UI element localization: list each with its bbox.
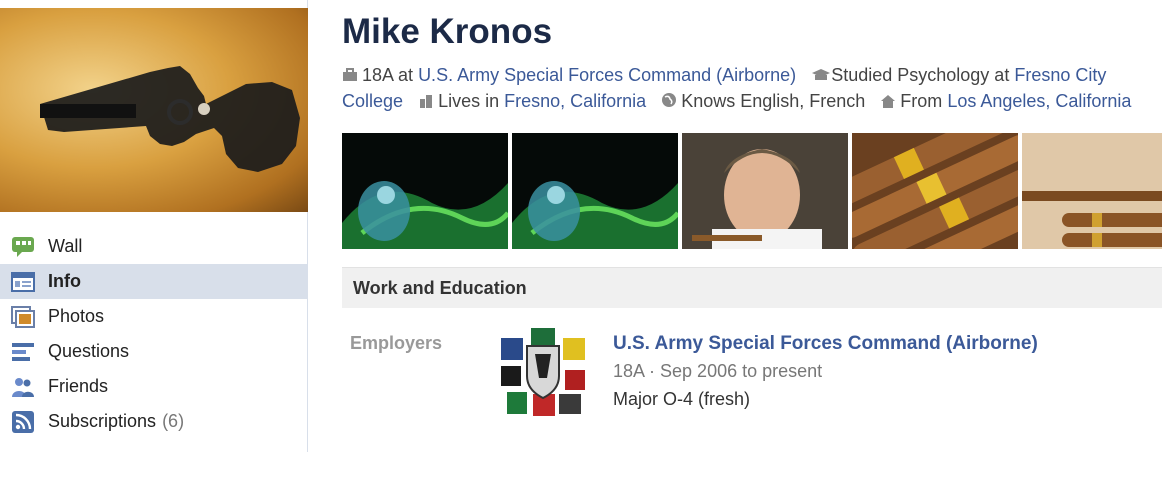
subscriptions-count: (6) (162, 411, 185, 431)
photo-thumbnail[interactable] (682, 133, 848, 249)
profile-picture[interactable] (0, 8, 308, 212)
sidebar-item-questions[interactable]: Questions (0, 334, 307, 369)
questions-icon (10, 339, 36, 365)
sidebar-item-wall[interactable]: Wall (0, 229, 307, 264)
bio-from-prefix: From (900, 91, 943, 111)
subscriptions-icon (10, 409, 36, 435)
bio-knows: Knows English, French (681, 91, 866, 111)
employer-description: Major O-4 (fresh) (613, 389, 751, 409)
photo-thumbnail[interactable] (1022, 133, 1162, 249)
work-education-header: Work and Education (342, 267, 1162, 308)
globe-icon (661, 89, 677, 107)
briefcase-icon (342, 63, 358, 81)
sidebar-item-photos[interactable]: Photos (0, 299, 307, 334)
section-title: Work and Education (353, 277, 527, 298)
sidebar-item-label: Photos (48, 306, 105, 326)
employer-logo[interactable] (499, 328, 587, 416)
sidebar-item-label: Friends (48, 376, 109, 396)
sidebar-nav: Wall Info Photos Questions Friends Subsc… (0, 229, 307, 439)
sidebar-item-friends[interactable]: Friends (0, 369, 307, 404)
home-icon (880, 89, 896, 108)
bio-work-role: 18A at (362, 65, 414, 85)
sidebar-item-label: Subscriptions (48, 411, 157, 431)
bio-from-city-link[interactable]: Los Angeles, California (947, 91, 1131, 111)
sidebar-item-subscriptions[interactable]: Subscriptions (6) (0, 404, 307, 439)
photo-thumbnail[interactable] (852, 133, 1018, 249)
left-column: Wall Info Photos Questions Friends Subsc… (0, 0, 308, 452)
bio-work-org-link[interactable]: U.S. Army Special Forces Command (Airbor… (418, 65, 796, 85)
employer-meta: 18A · Sep 2006 to present (613, 361, 823, 381)
city-icon (418, 89, 434, 108)
bio-lives-prefix: Lives in (438, 91, 500, 111)
wall-icon (10, 234, 36, 260)
bio-lives-city-link[interactable]: Fresno, California (504, 91, 646, 111)
profile-name: Mike Kronos (342, 12, 553, 51)
photo-strip (342, 133, 1162, 249)
info-icon (10, 269, 36, 295)
photos-icon (10, 304, 36, 330)
sidebar-item-label: Questions (48, 341, 130, 361)
bio-study-prefix: Studied Psychology at (831, 65, 1010, 85)
profile-bio: 18A at U.S. Army Special Forces Command … (342, 62, 1160, 114)
education-icon (811, 63, 831, 80)
photo-thumbnail[interactable] (512, 133, 678, 249)
sidebar-item-label: Wall (48, 236, 83, 256)
employer-name-link[interactable]: U.S. Army Special Forces Command (Airbor… (613, 333, 1038, 355)
photo-thumbnail[interactable] (342, 133, 508, 249)
sidebar-item-info[interactable]: Info (0, 264, 307, 299)
friends-icon (10, 374, 36, 400)
sidebar-item-label: Info (48, 271, 81, 291)
employers-label: Employers (350, 333, 443, 353)
